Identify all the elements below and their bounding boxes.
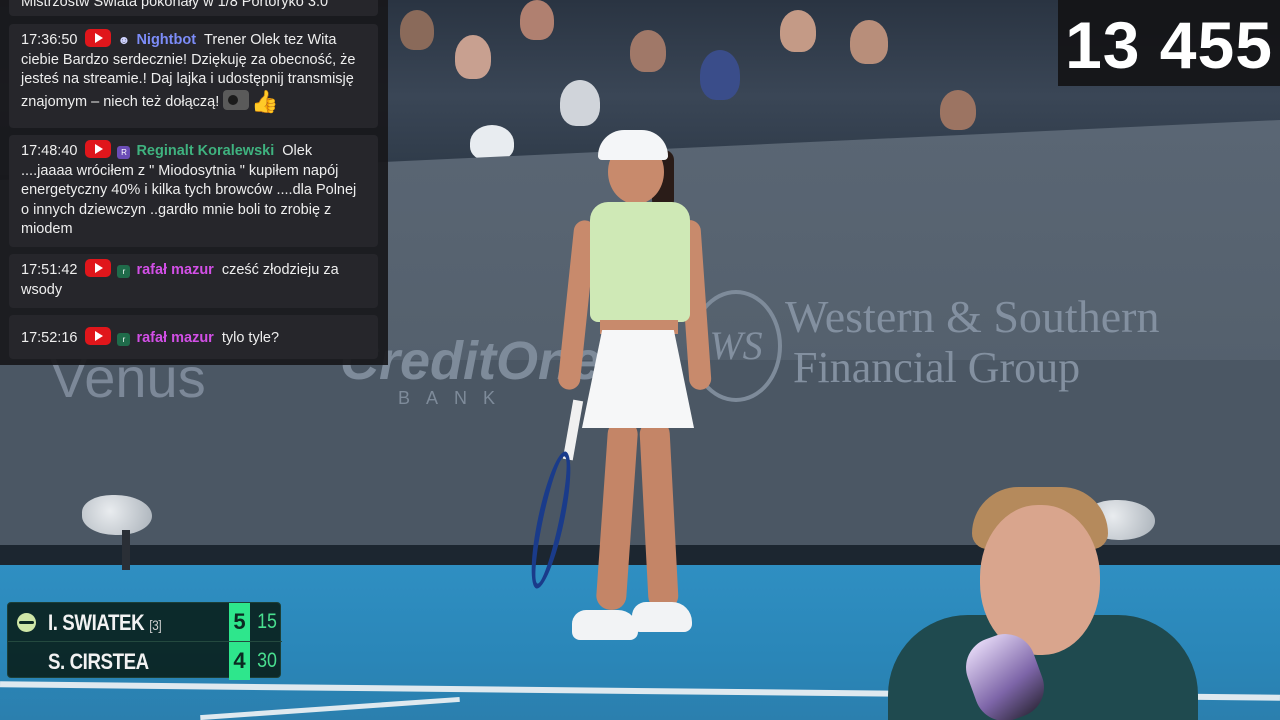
youtube-icon <box>85 259 112 277</box>
chat-text: tylo tyle? <box>221 330 280 346</box>
scoreboard: I. SWIATEK [3] 5 15 S. CIRSTEA 4 30 <box>7 602 282 680</box>
chat-message: 17:52:16 r rafał mazur tylo tyle? <box>9 315 378 359</box>
scoreboard-row: I. SWIATEK [3] 5 15 <box>8 603 282 641</box>
bot-badge-icon: ☻ <box>117 33 131 47</box>
youtube-icon <box>85 140 112 158</box>
thumbs-up-emoji-icon: 👍 <box>251 88 279 114</box>
points-score: 15 <box>257 610 277 633</box>
player-seed: [3] <box>149 617 162 633</box>
chat-username[interactable]: Nightbot <box>136 32 196 48</box>
sponsor-western-southern: Western & Southern <box>785 291 1160 342</box>
games-score: 4 <box>229 642 250 680</box>
chat-timestamp: 17:36:50 <box>21 32 78 48</box>
chat-message-partial: Mistrzostw Świata pokonały w 1/8 Portory… <box>9 0 378 16</box>
court-microphone-icon <box>82 495 152 535</box>
chat-timestamp: 17:52:16 <box>21 330 78 346</box>
scoreboard-row: S. CIRSTEA 4 30 <box>8 641 282 680</box>
streamer-webcam <box>880 485 1200 720</box>
chat-message: 17:36:50 ☻ Nightbot Trener Olek tez Wita ci… <box>9 24 378 128</box>
live-chat-panel[interactable]: Mistrzostw Świata pokonały w 1/8 Portory… <box>0 0 388 365</box>
sponsor-financial-group: Financial Group <box>793 343 1081 392</box>
member-badge-icon: R <box>117 146 131 159</box>
member-badge-icon: r <box>117 265 131 278</box>
chat-username[interactable]: Reginalt Koralewski <box>136 143 274 159</box>
chat-message: 17:48:40 R Reginalt Koralewski Olek ....jaa… <box>9 135 378 247</box>
youtube-icon <box>85 327 112 345</box>
player-name: S. CIRSTEA <box>48 649 149 674</box>
sponsor-creditone-sub: BANK <box>398 388 512 408</box>
player-name: I. SWIATEK [3] <box>48 610 162 635</box>
member-badge-icon: r <box>117 333 131 346</box>
tennis-ball-icon <box>17 613 36 632</box>
points-score: 30 <box>257 649 277 672</box>
chat-message: 17:51:42 r rafał mazur cześć złodzieju za w… <box>9 254 378 308</box>
viewer-count: 13 455 <box>1058 0 1280 86</box>
games-score: 5 <box>229 603 250 641</box>
tennis-player <box>523 130 720 670</box>
chat-timestamp: 17:51:42 <box>21 262 78 278</box>
youtube-icon <box>85 29 112 47</box>
video-camera-emoji-icon <box>223 89 250 110</box>
chat-username[interactable]: rafał mazur <box>136 262 213 278</box>
chat-timestamp: 17:48:40 <box>21 143 78 159</box>
chat-username[interactable]: rafał mazur <box>136 330 213 346</box>
